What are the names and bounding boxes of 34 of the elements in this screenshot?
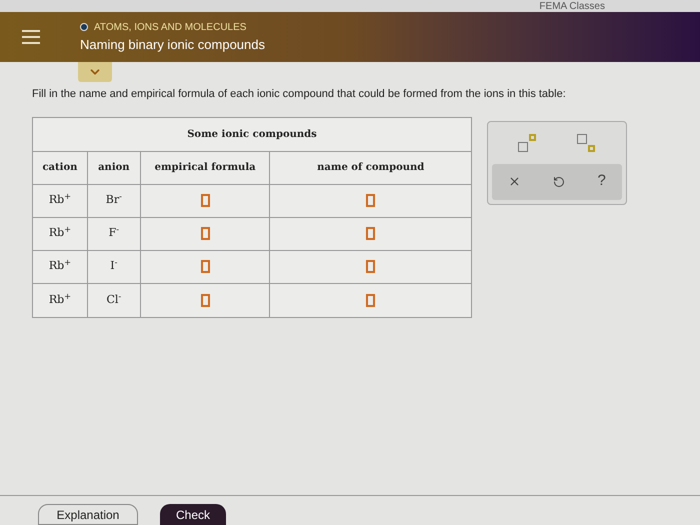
formula-input-field[interactable] [200,194,210,207]
menu-icon[interactable] [22,30,40,44]
formula-input-field[interactable] [200,294,210,306]
anion-text: Cl$^{-}$ [106,292,122,308]
anion-text: I$^{-}$ [110,258,118,274]
name-input-field[interactable] [366,294,376,306]
anion-text: F$^{-}$ [108,225,120,242]
name-input-field[interactable] [366,227,376,240]
help-button[interactable]: ? [598,170,606,193]
instruction-text: Fill in the name and empirical formula of each ionic compound that could be formed from the ions in this table: [32,87,567,102]
cation-text: Rb$^{+}$ [48,225,72,242]
close-icon[interactable] [508,175,522,188]
anion-text: Br$^{-}$ [106,192,122,208]
column-header: anion [88,152,141,184]
column-header: empirical formula [140,152,270,184]
cation-text: Rb$^{+}$ [48,292,72,308]
name-input-field[interactable] [366,260,376,273]
account-name: FEMA Classes [539,2,605,12]
formula-input-field[interactable] [200,260,210,273]
name-input-field[interactable] [366,194,376,207]
formula-input-field[interactable] [200,227,210,240]
superscript-icon[interactable] [518,134,538,152]
column-header: name of compound [316,161,426,175]
page-title: Naming binary ionic compounds [80,36,265,54]
cation-text: Rb$^{+}$ [48,258,72,274]
subscript-icon[interactable] [576,134,596,152]
explanation-button[interactable]: Explanation [38,504,138,525]
topic-label: ATOMS, IONS AND MOLECULES [94,20,246,35]
expand-button[interactable] [78,62,112,82]
check-button[interactable]: Check [160,504,226,525]
table-title: Some ionic compounds [33,118,471,152]
cation-text: Rb$^{+}$ [48,192,72,208]
undo-icon[interactable] [553,176,566,188]
column-header: cation [33,152,88,184]
